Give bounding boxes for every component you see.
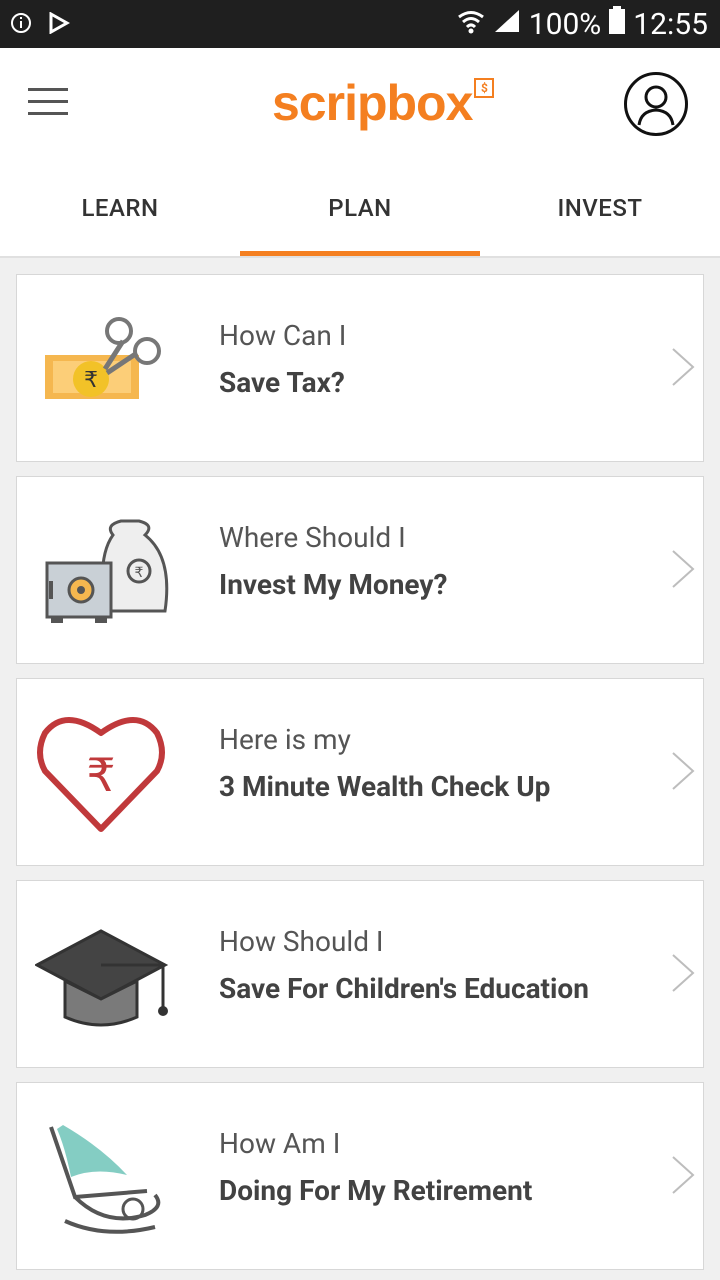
status-right: 100% 12:55 bbox=[457, 6, 708, 42]
list-item-invest-money[interactable]: ₹ Where Should I Invest My Money? bbox=[16, 476, 704, 664]
chevron-right-icon bbox=[669, 951, 697, 995]
card-text: Here is my 3 Minute Wealth Check Up bbox=[219, 723, 550, 803]
list-item-save-tax[interactable]: ₹ How Can I Save Tax? bbox=[16, 274, 704, 462]
graduation-cap-icon bbox=[33, 905, 179, 1045]
tax-cut-icon: ₹ bbox=[35, 299, 179, 439]
chevron-right-icon bbox=[669, 547, 697, 591]
logo: scripbox $ bbox=[272, 74, 495, 134]
hamburger-menu-icon[interactable] bbox=[28, 88, 68, 118]
chevron-right-icon bbox=[669, 749, 697, 793]
signal-icon bbox=[493, 7, 521, 42]
card-question: Where Should I bbox=[219, 521, 406, 554]
tab-plan[interactable]: PLAN bbox=[240, 160, 480, 256]
svg-text:₹: ₹ bbox=[86, 748, 115, 802]
card-text: How Should I Save For Children's Educati… bbox=[219, 925, 589, 1005]
battery-percent: 100% bbox=[528, 6, 602, 42]
status-bar: 100% 12:55 bbox=[0, 0, 720, 48]
card-title: Save Tax? bbox=[219, 366, 345, 399]
play-store-icon bbox=[48, 11, 71, 38]
list-item-education[interactable]: How Should I Save For Children's Educati… bbox=[16, 880, 704, 1068]
info-icon bbox=[10, 12, 32, 38]
rupee-heart-icon: ₹ bbox=[35, 703, 179, 843]
card-title: Doing For My Retirement bbox=[219, 1174, 533, 1207]
logo-badge: $ bbox=[474, 78, 495, 98]
card-question: Here is my bbox=[219, 723, 351, 756]
card-text: How Can I Save Tax? bbox=[219, 319, 346, 399]
list-item-retirement[interactable]: How Am I Doing For My Retirement bbox=[16, 1082, 704, 1270]
card-title: 3 Minute Wealth Check Up bbox=[219, 770, 551, 803]
svg-text:₹: ₹ bbox=[135, 565, 144, 581]
battery-icon bbox=[609, 6, 626, 42]
app-header: scripbox $ LEARN PLAN INVEST bbox=[0, 48, 720, 258]
card-title: Save For Children's Education bbox=[219, 972, 589, 1005]
svg-text:₹: ₹ bbox=[84, 368, 98, 393]
chevron-right-icon bbox=[669, 345, 697, 389]
card-text: Where Should I Invest My Money? bbox=[219, 521, 447, 601]
logo-text: scripbox bbox=[272, 75, 473, 131]
card-title: Invest My Money? bbox=[219, 568, 448, 601]
safe-moneybag-icon: ₹ bbox=[35, 501, 179, 641]
card-question: How Am I bbox=[219, 1127, 341, 1160]
tab-invest[interactable]: INVEST bbox=[480, 160, 720, 256]
rocking-chair-icon bbox=[35, 1107, 179, 1247]
chevron-right-icon bbox=[669, 1153, 697, 1197]
card-text: How Am I Doing For My Retirement bbox=[219, 1127, 532, 1207]
list-item-wealth-check[interactable]: ₹ Here is my 3 Minute Wealth Check Up bbox=[16, 678, 704, 866]
card-question: How Should I bbox=[219, 925, 384, 958]
clock: 12:55 bbox=[633, 6, 708, 42]
status-left bbox=[10, 11, 71, 38]
top-tabs: LEARN PLAN INVEST bbox=[0, 160, 720, 256]
card-question: How Can I bbox=[219, 319, 347, 352]
wifi-icon bbox=[457, 7, 485, 42]
profile-icon[interactable] bbox=[624, 72, 688, 136]
tab-learn[interactable]: LEARN bbox=[0, 160, 240, 256]
